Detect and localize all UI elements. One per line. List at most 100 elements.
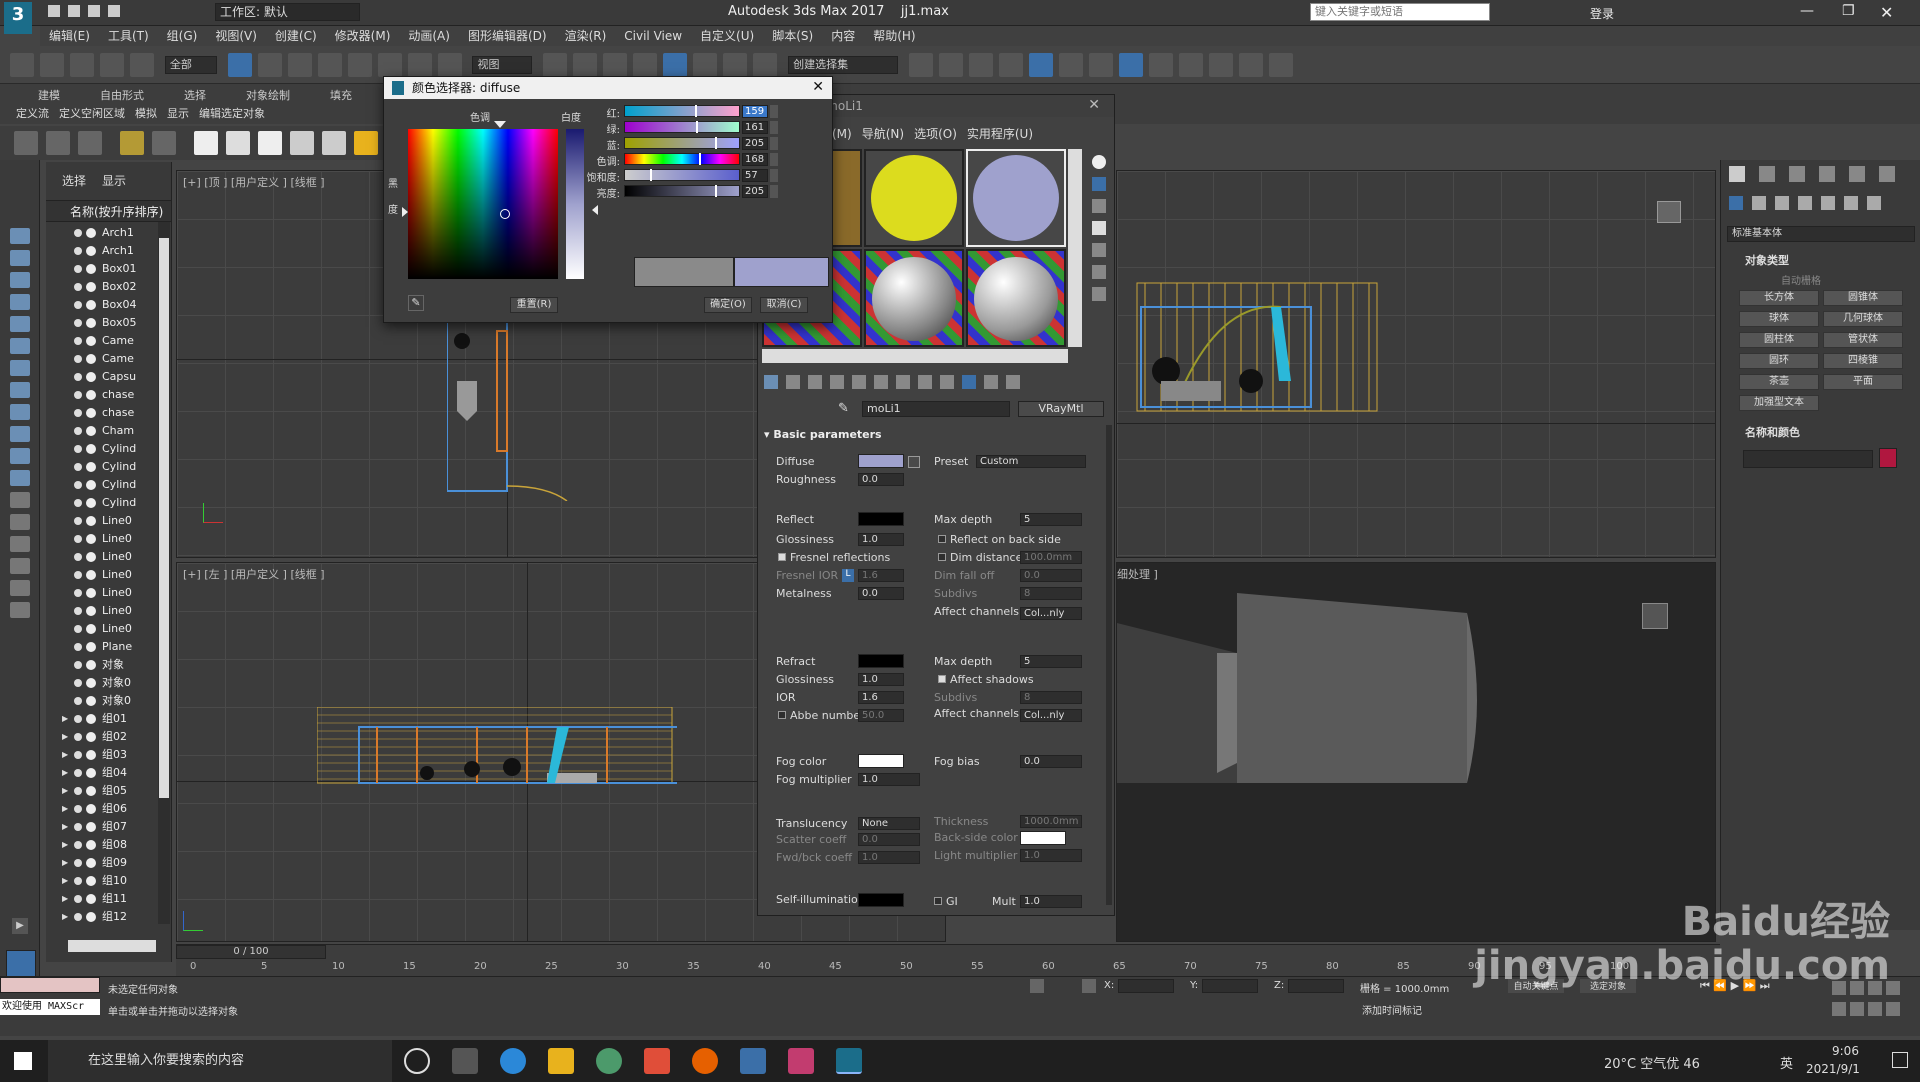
- utilities-tab-icon[interactable]: [1879, 166, 1895, 182]
- freeze-icon[interactable]: [86, 264, 96, 274]
- mirror-icon[interactable]: [908, 53, 933, 77]
- render-setup-icon[interactable]: [1118, 53, 1143, 77]
- freeze-icon[interactable]: [86, 372, 96, 382]
- scene-object-row[interactable]: Box05: [46, 314, 171, 332]
- reflect-back-checkbox[interactable]: [938, 535, 946, 543]
- scene-object-row[interactable]: 对象0: [46, 692, 171, 710]
- color-picker-close-icon[interactable]: ✕: [812, 79, 824, 95]
- minimize-icon[interactable]: —: [1800, 3, 1814, 19]
- teapot-button[interactable]: 茶壶: [1739, 374, 1819, 390]
- menu-content[interactable]: 内容: [822, 26, 864, 46]
- visibility-eye-icon[interactable]: [74, 697, 82, 705]
- filter-containers-icon[interactable]: [10, 426, 30, 442]
- fov-icon[interactable]: [1832, 1002, 1846, 1016]
- eyedropper-icon[interactable]: ✎: [408, 295, 424, 311]
- viewport-left-label[interactable]: [+] [左 ] [用户定义 ] [线框 ]: [183, 566, 325, 582]
- render-activeshade-icon[interactable]: [1238, 53, 1263, 77]
- menu-rendering[interactable]: 渲染(R): [556, 26, 616, 46]
- schematic-view-icon[interactable]: [1058, 53, 1083, 77]
- freeze-icon[interactable]: [86, 534, 96, 544]
- diffuse-color-swatch[interactable]: [858, 454, 904, 468]
- matmenu-navigation[interactable]: 导航(N): [862, 127, 904, 141]
- scene-object-row[interactable]: Line0: [46, 620, 171, 638]
- 3dsmax-taskbar-icon[interactable]: [836, 1048, 862, 1074]
- bind-space-warp-icon[interactable]: [130, 53, 154, 77]
- ribbon-define-flows[interactable]: 定义流: [16, 107, 49, 120]
- visibility-eye-icon[interactable]: [74, 427, 82, 435]
- weather-status[interactable]: 20°C 空气优 46: [1604, 1053, 1700, 1072]
- visibility-eye-icon[interactable]: [74, 373, 82, 381]
- filter-frozen-icon[interactable]: [10, 448, 30, 464]
- visibility-eye-icon[interactable]: [74, 571, 82, 579]
- fwd-bck-input[interactable]: 1.0: [858, 851, 920, 864]
- hue-marker-icon[interactable]: [494, 121, 506, 128]
- helpers-icon[interactable]: [1821, 196, 1835, 210]
- edit-named-selection-icon[interactable]: [753, 53, 778, 77]
- visibility-eye-icon[interactable]: [74, 229, 82, 237]
- name-color-rollout[interactable]: 名称和颜色: [1745, 424, 1800, 440]
- scene-object-row[interactable]: Arch1: [46, 242, 171, 260]
- expand-arrow-icon[interactable]: ▶: [62, 800, 68, 818]
- abbe-checkbox[interactable]: [778, 711, 786, 719]
- object-color-swatch[interactable]: [1879, 448, 1897, 468]
- cameras-icon[interactable]: [1798, 196, 1812, 210]
- fresnel-ior-input[interactable]: 1.6: [858, 569, 904, 582]
- filter-geometry-icon[interactable]: [10, 228, 30, 244]
- ribbon-tab-object-paint[interactable]: 对象绘制: [246, 89, 290, 102]
- menu-views[interactable]: 视图(V): [206, 26, 266, 46]
- value-value-input[interactable]: 205: [742, 185, 768, 198]
- refract-affect-channels-dropdown[interactable]: Col...nly: [1020, 709, 1082, 722]
- slot-vscrollbar[interactable]: [1068, 149, 1082, 347]
- visibility-eye-icon[interactable]: [74, 625, 82, 633]
- scene-object-row[interactable]: ▶ 组04: [46, 764, 171, 782]
- taskbar-search[interactable]: 在这里输入你要搜索的内容: [48, 1040, 392, 1082]
- visibility-eye-icon[interactable]: [74, 607, 82, 615]
- scene-object-row[interactable]: chase: [46, 386, 171, 404]
- teapot2-icon[interactable]: [290, 131, 314, 155]
- expand-arrow-icon[interactable]: ▶: [62, 854, 68, 872]
- viewport-persp-label[interactable]: 细处理 ]: [1117, 566, 1158, 582]
- visibility-eye-icon[interactable]: [74, 769, 82, 777]
- scene-object-row[interactable]: Capsu: [46, 368, 171, 386]
- scene-object-row[interactable]: Cylind: [46, 458, 171, 476]
- scene-object-row[interactable]: ▶ 组07: [46, 818, 171, 836]
- red-slider[interactable]: [624, 105, 740, 117]
- display-tab-icon[interactable]: [1849, 166, 1865, 182]
- ime-indicator[interactable]: 英: [1780, 1053, 1793, 1072]
- hue-spinner[interactable]: [770, 153, 778, 166]
- keyboard-icon[interactable]: [10, 602, 30, 618]
- scene-object-row[interactable]: Cham: [46, 422, 171, 440]
- ribbon-tab-modeling[interactable]: 建模: [38, 89, 60, 102]
- viewcube-front[interactable]: [1657, 201, 1681, 223]
- scene-object-row[interactable]: Cylind: [46, 494, 171, 512]
- preset-dropdown[interactable]: Custom: [976, 455, 1086, 468]
- green-slider-thumb[interactable]: [696, 121, 698, 133]
- green-spinner[interactable]: [770, 121, 778, 134]
- scene-object-row[interactable]: Box01: [46, 260, 171, 278]
- add-time-tag[interactable]: 添加时间标记: [1362, 1002, 1422, 1017]
- menu-modifiers[interactable]: 修改器(M): [326, 26, 400, 46]
- cortana-icon[interactable]: [404, 1048, 430, 1074]
- freeze-icon[interactable]: [86, 786, 96, 796]
- freeze-icon[interactable]: [86, 552, 96, 562]
- scene-tab-display[interactable]: 显示: [102, 174, 126, 188]
- slot-hscrollbar[interactable]: [762, 349, 1068, 363]
- scene-object-row[interactable]: ▶ 组10: [46, 872, 171, 890]
- old-color-swatch[interactable]: [634, 257, 734, 287]
- freeze-icon[interactable]: [86, 840, 96, 850]
- expand-arrow-icon[interactable]: ▶: [62, 782, 68, 800]
- saturation-value-input[interactable]: 57: [742, 169, 768, 182]
- scene-object-row[interactable]: 对象: [46, 656, 171, 674]
- visibility-eye-icon[interactable]: [74, 679, 82, 687]
- matmenu-options[interactable]: 选项(O): [914, 127, 957, 141]
- scene-object-row[interactable]: ▶ 组09: [46, 854, 171, 872]
- refract-max-depth-input[interactable]: 5: [1020, 655, 1082, 668]
- menu-civil-view[interactable]: Civil View: [615, 26, 691, 46]
- scene-object-row[interactable]: Cylind: [46, 440, 171, 458]
- x-coord-field[interactable]: [1118, 979, 1174, 993]
- freeze-icon[interactable]: [86, 318, 96, 328]
- pivot-icon[interactable]: [543, 53, 568, 77]
- fresnel-ior-lock-button[interactable]: L: [842, 569, 854, 582]
- render-icon[interactable]: [1178, 53, 1203, 77]
- teapot-icon[interactable]: [14, 131, 38, 155]
